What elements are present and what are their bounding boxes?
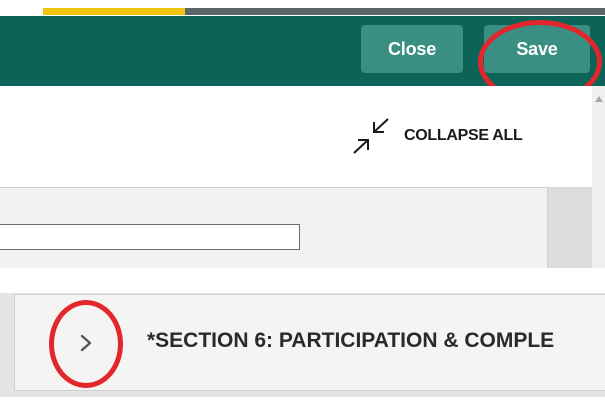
- collapse-all-button[interactable]: COLLAPSE ALL: [348, 114, 523, 158]
- text-field[interactable]: [0, 224, 300, 250]
- collapse-arrows-icon: [353, 118, 389, 154]
- collapse-all-label: COLLAPSE ALL: [404, 127, 523, 144]
- form-side-panel: [548, 187, 592, 268]
- scroll-up-arrow-icon[interactable]: [595, 96, 603, 102]
- section-title: *SECTION 6: PARTICIPATION & COMPLE: [147, 329, 555, 352]
- form-field-section: [0, 187, 548, 268]
- bottom-panel: *SECTION 6: PARTICIPATION & COMPLE: [0, 283, 605, 408]
- form-toolbar: Close Save: [0, 16, 605, 104]
- top-panel: Close Save COLLAPSE ALL: [0, 0, 605, 268]
- vertical-scrollbar[interactable]: [592, 86, 605, 268]
- chevron-right-icon[interactable]: [75, 331, 97, 355]
- progress-strip: [0, 0, 605, 16]
- section-6-header[interactable]: *SECTION 6: PARTICIPATION & COMPLE: [14, 294, 605, 391]
- close-button[interactable]: Close: [361, 25, 463, 73]
- progress-bar-accent: [43, 8, 185, 15]
- form-content: COLLAPSE ALL: [0, 86, 605, 268]
- progress-bar-track: [185, 8, 605, 15]
- save-button[interactable]: Save: [484, 25, 590, 73]
